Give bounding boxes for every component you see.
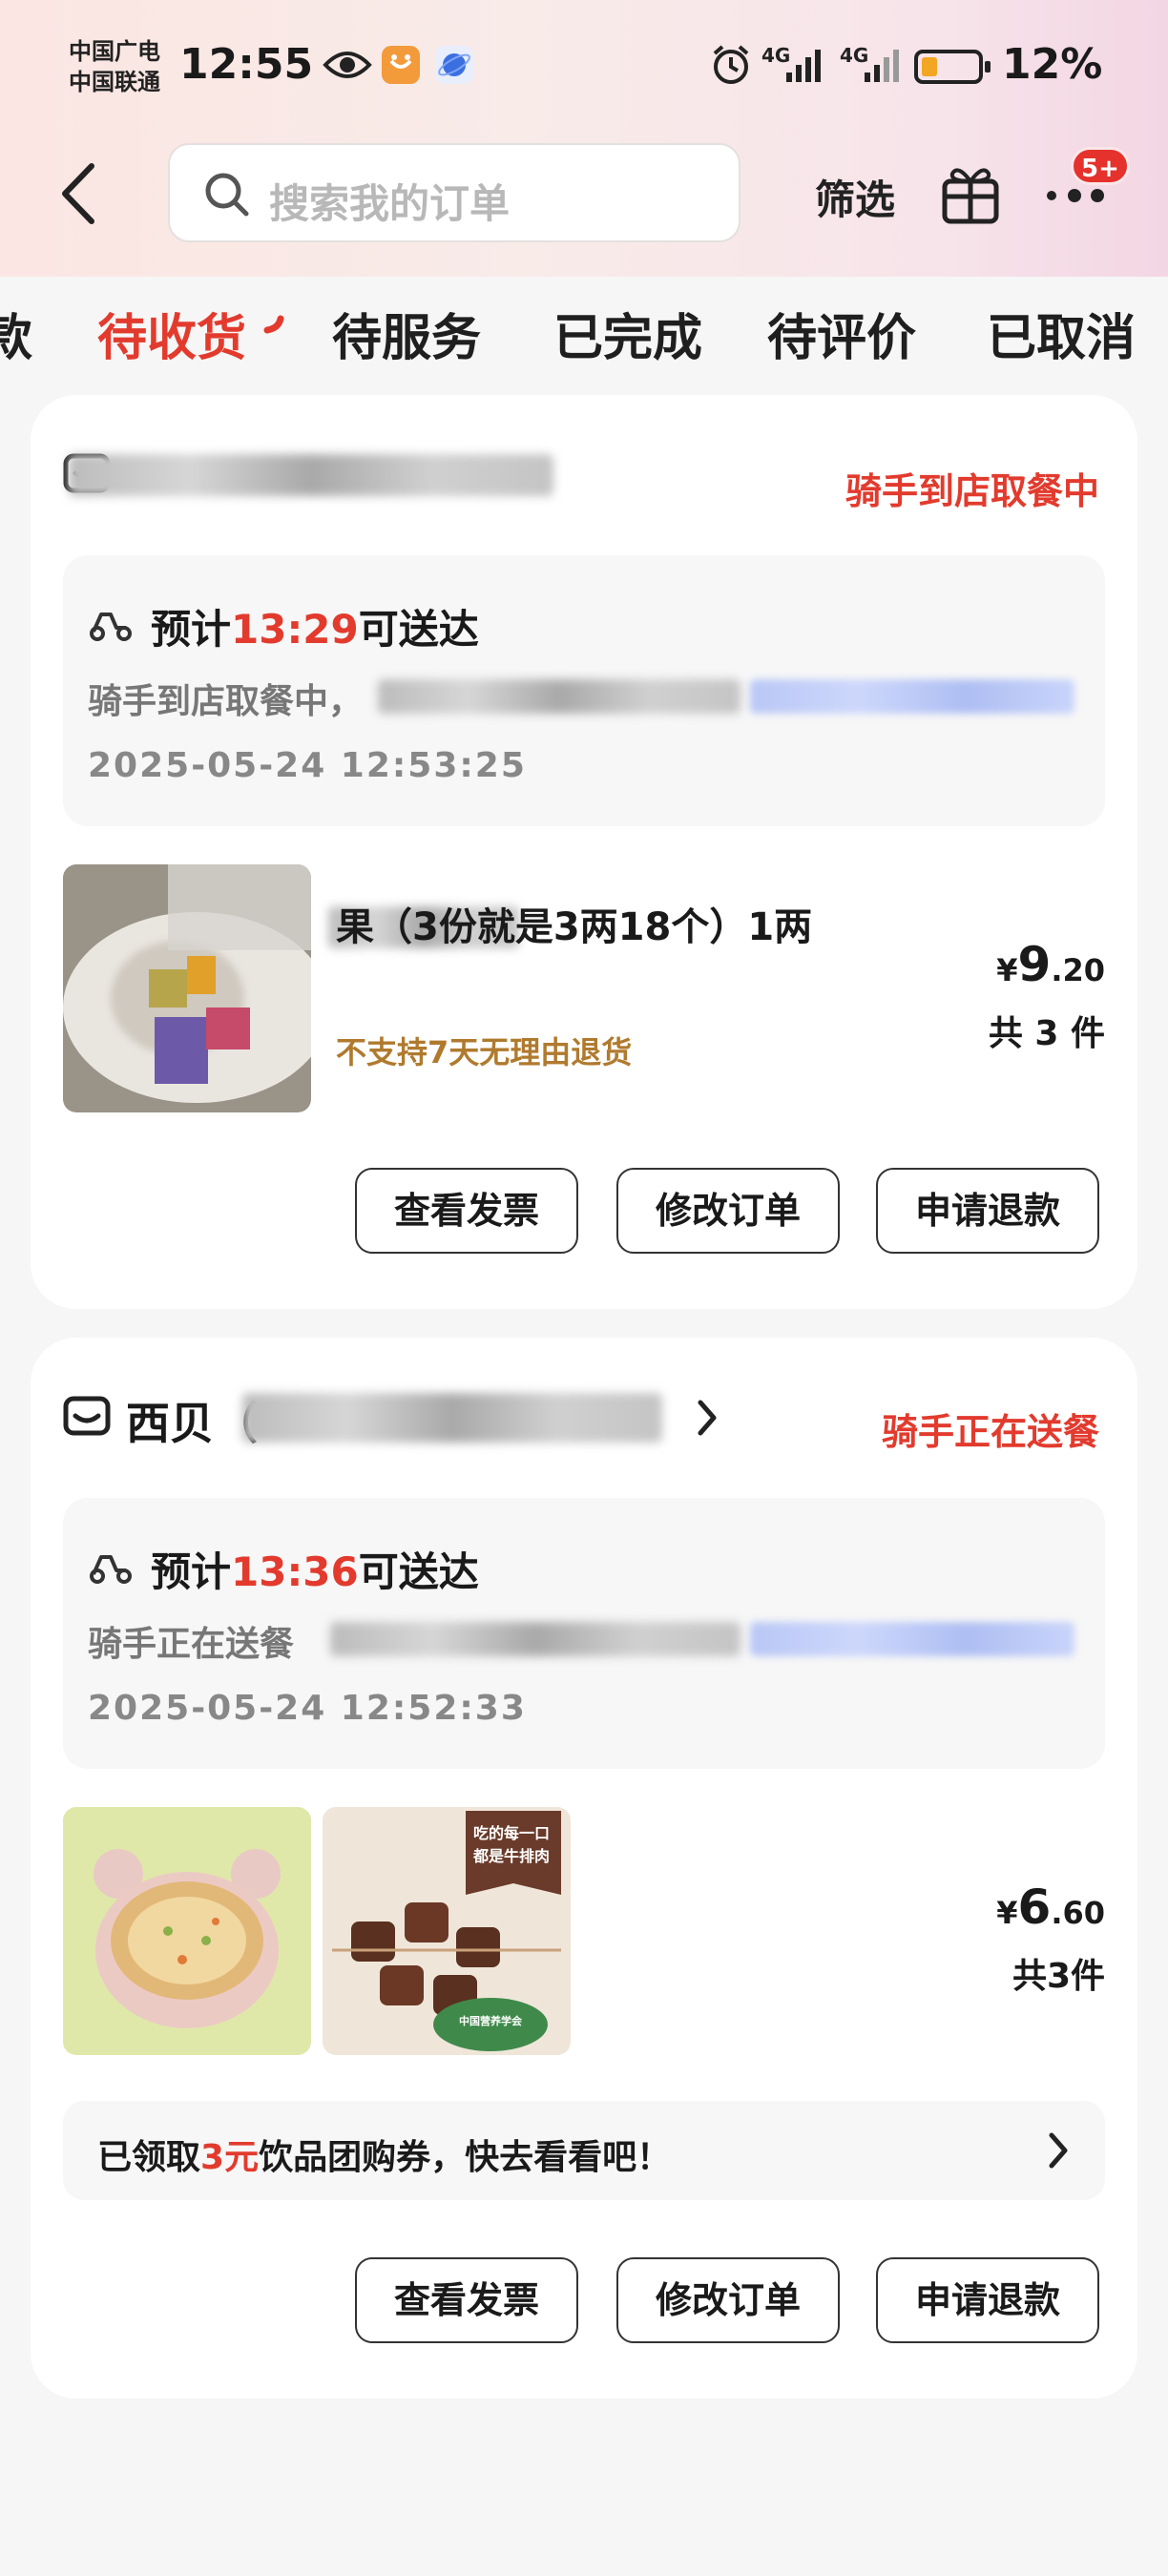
- product-title[interactable]: 果（3份就是3两18个）1两: [336, 901, 908, 954]
- search-icon: [205, 173, 249, 217]
- coupon-amount: 3元: [200, 2138, 260, 2177]
- carrier-info: 中国广电 中国联通: [69, 36, 160, 97]
- view-invoice-button[interactable]: 查看发票: [355, 2257, 578, 2343]
- coupon-text: 已领取3元饮品团购券，快去看看吧！: [97, 2129, 671, 2179]
- price-integer: 9: [1017, 937, 1052, 992]
- price-decimal: .60: [1051, 1895, 1105, 1931]
- tab-refund-partial[interactable]: 款: [0, 298, 32, 369]
- order-timestamp: 2025-05-24 12:52:33: [88, 1689, 527, 1728]
- signal-icon: [786, 50, 821, 82]
- shop-name[interactable]: 西贝（: [126, 1389, 258, 1452]
- order-price: ¥9.20: [996, 937, 1105, 992]
- active-tab-indicator: [263, 315, 284, 334]
- order-price: ¥6.60: [996, 1880, 1105, 1935]
- eta-prefix: 预计: [151, 606, 232, 653]
- back-arrow-icon[interactable]: [55, 160, 103, 227]
- image-caption-1: 吃的每一口: [473, 1824, 551, 1842]
- price-integer: 6: [1017, 1880, 1052, 1935]
- rider-detail-redacted: [330, 1622, 740, 1656]
- app-notification-icon: [382, 46, 420, 84]
- rider-detail-redacted: [378, 679, 740, 714]
- product-image-rice-bowl[interactable]: [63, 1807, 311, 2055]
- order-search-input[interactable]: 搜索我的订单: [168, 143, 740, 242]
- rider-phone-redacted[interactable]: [750, 679, 1074, 714]
- modify-order-button[interactable]: 修改订单: [616, 2257, 840, 2343]
- battery-percent: 12%: [1002, 40, 1103, 89]
- gift-icon[interactable]: [941, 162, 1000, 225]
- eta-suffix: 可送达: [358, 606, 479, 653]
- chevron-right-icon: [1049, 2132, 1068, 2169]
- alarm-icon: [713, 45, 749, 84]
- coupon-prefix: 已领取: [97, 2138, 201, 2177]
- browser-icon: [435, 46, 473, 84]
- filter-button[interactable]: 筛选: [815, 168, 895, 226]
- status-bar: 中国广电 中国联通 12:55 4G 4G 12%: [0, 0, 1168, 134]
- chevron-right-icon[interactable]: [695, 1399, 720, 1437]
- status-time: 12:55: [179, 40, 314, 89]
- shop-branch-redacted: [242, 1393, 662, 1443]
- coupon-suffix: 饮品团购券，快去看看吧！: [259, 2138, 672, 2177]
- shop-name-redacted: [69, 454, 553, 496]
- tab-completed[interactable]: 已完成: [553, 298, 702, 369]
- image-seal-text: 中国营养学会: [459, 2015, 522, 2027]
- view-invoice-button[interactable]: 查看发票: [355, 1168, 578, 1254]
- price-decimal: .20: [1051, 952, 1105, 988]
- eye-icon: [323, 52, 372, 78]
- product-image[interactable]: [63, 864, 311, 1112]
- item-count: 共 3 件: [988, 1014, 1105, 1053]
- coupon-banner[interactable]: 已领取3元饮品团购券，快去看看吧！: [63, 2101, 1105, 2200]
- eta-text: 预计13:36可送达: [151, 1540, 479, 1598]
- price-currency: ¥: [996, 1895, 1018, 1931]
- eta-time: 13:36: [231, 1548, 359, 1595]
- rider-status-text: 骑手到店取餐中，: [88, 682, 364, 721]
- signal-icon-2: [865, 50, 899, 82]
- product-return-note: 不支持7天无理由退货: [336, 1034, 633, 1070]
- order-status: 骑手到店取餐中: [845, 470, 1099, 512]
- request-refund-button[interactable]: 申请退款: [876, 2257, 1099, 2343]
- rider-phone-redacted[interactable]: [750, 1622, 1074, 1656]
- tab-cancelled[interactable]: 已取消: [987, 298, 1136, 369]
- modify-order-button[interactable]: 修改订单: [616, 1168, 840, 1254]
- battery-icon: [914, 50, 991, 84]
- tab-to-review[interactable]: 待评价: [767, 298, 916, 369]
- item-count: 共3件: [1012, 1957, 1105, 1996]
- rider-status-text: 骑手正在送餐: [88, 1625, 295, 1664]
- carrier-line-1: 中国广电: [69, 38, 160, 65]
- scooter-icon: [90, 1555, 132, 1584]
- eta-prefix: 预计: [151, 1548, 232, 1595]
- tab-to-service[interactable]: 待服务: [332, 298, 481, 369]
- message-badge: 5+: [1071, 147, 1130, 185]
- tab-to-receive[interactable]: 待收货: [97, 298, 246, 369]
- shop-icon: [63, 1396, 111, 1436]
- product-image-beef-skewers[interactable]: 吃的每一口 都是牛排肉 中国营养学会: [323, 1807, 571, 2055]
- delivery-info-box[interactable]: 预计13:29可送达 骑手到店取餐中， 2025-05-24 12:53:25: [63, 555, 1105, 826]
- delivery-info-box[interactable]: 预计13:36可送达 骑手正在送餐 2025-05-24 12:52:33: [63, 1498, 1105, 1769]
- order-card[interactable]: 骑手到店取餐中 预计13:29可送达 骑手到店取餐中， 2025-05-24 1…: [31, 395, 1137, 1309]
- eta-time: 13:29: [231, 606, 359, 653]
- order-card[interactable]: 西贝（ 骑手正在送餐 预计13:36可送达 骑手正在送餐 2025-05-24 …: [31, 1338, 1137, 2399]
- eta-suffix: 可送达: [358, 1548, 479, 1595]
- order-status: 骑手正在送餐: [881, 1411, 1099, 1453]
- order-status-tabs: 款 待收货 待服务 已完成 待评价 已取消: [0, 277, 1168, 391]
- scooter-icon: [90, 613, 132, 641]
- request-refund-button[interactable]: 申请退款: [876, 1168, 1099, 1254]
- battery-fill: [922, 57, 937, 76]
- order-timestamp: 2025-05-24 12:53:25: [88, 746, 527, 785]
- price-currency: ¥: [996, 952, 1018, 988]
- eta-text: 预计13:29可送达: [151, 597, 479, 655]
- image-caption-2: 都是牛排肉: [473, 1847, 551, 1865]
- search-placeholder: 搜索我的订单: [269, 180, 511, 227]
- carrier-line-2: 中国联通: [69, 69, 160, 95]
